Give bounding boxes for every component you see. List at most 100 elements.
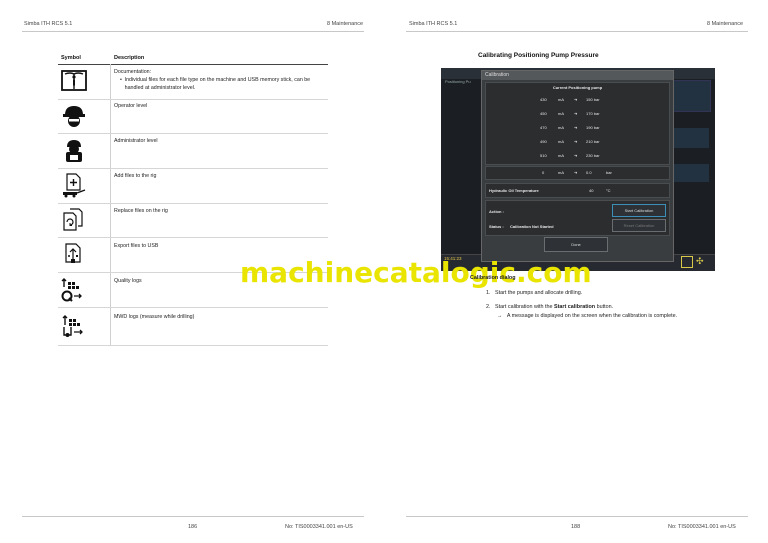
status-value: Calibration Not Started xyxy=(510,224,554,229)
watermark: machinecatalogic.com xyxy=(240,256,592,289)
start-calibration-button[interactable]: Start Calibration xyxy=(612,204,666,217)
arrow-right-icon: ➔ xyxy=(574,97,578,102)
table-header-symbol: Symbol xyxy=(61,55,81,61)
calibration-ma-unit: mA xyxy=(558,153,564,158)
table-row-divider xyxy=(58,307,328,308)
table-row-divider xyxy=(58,203,328,204)
row-bullet-text: Individual files for each file type on t… xyxy=(124,77,311,91)
export-usb-icon xyxy=(61,242,87,268)
calibration-bar-value: 190 bar xyxy=(586,125,600,130)
table-row-divider xyxy=(58,237,328,238)
panel-title: Current Positioning pump xyxy=(552,85,603,90)
arrow-right-icon: ➔ xyxy=(574,153,578,158)
section-title: Calibrating Positioning Pump Pressure xyxy=(478,52,599,59)
table-header-description: Description xyxy=(114,55,145,61)
calibration-bar-value: 150 bar xyxy=(586,97,600,102)
reset-calibration-button[interactable]: Reset Calibration xyxy=(612,219,666,232)
table-row-operator: Operator level xyxy=(114,103,148,109)
calibration-ma-value: 510 xyxy=(540,153,547,158)
step-2-result: → A message is displayed on the screen w… xyxy=(497,313,677,319)
current-bar-unit: bar xyxy=(606,170,612,175)
calibration-ma-value: 430 xyxy=(540,97,547,102)
right-tool-panel-2 xyxy=(673,128,709,148)
action-label: Action : xyxy=(489,209,504,214)
grid-icon[interactable] xyxy=(681,256,693,268)
step-2-num: 2. xyxy=(486,304,491,310)
table-row-export-usb: Export files to USB xyxy=(114,243,159,249)
table-header-rule xyxy=(58,64,328,65)
replace-files-rig-icon xyxy=(61,207,87,233)
header-section-left: 8 Maintenance xyxy=(327,21,364,27)
documentation-book-icon xyxy=(61,68,87,94)
bg-label-positioning: Positioning Pu xyxy=(445,79,471,84)
table-row-divider xyxy=(58,99,328,100)
calibration-ma-value: 450 xyxy=(540,111,547,116)
step-2-text-pre: Start calibration with the xyxy=(495,304,555,310)
row-title: Documentation: xyxy=(114,69,152,75)
table-row-replace-files: Replace files on the rig xyxy=(114,208,168,214)
footer-page-right: 188 xyxy=(571,524,581,530)
calibration-ma-unit: mA xyxy=(558,97,564,102)
header-rule-right xyxy=(406,31,748,32)
status-label: Status : xyxy=(489,224,504,229)
positioning-pump-panel: Current Positioning pump 430 mA ➔ 150 bar 45… xyxy=(485,82,670,165)
current-ma: 0 xyxy=(542,170,545,175)
footer-rule-left xyxy=(22,516,364,517)
result-arrow-icon: → xyxy=(497,313,503,319)
step-1-text: Start the pumps and allocate drilling. xyxy=(495,290,583,296)
row-bullet: • Individual files for each file type on … xyxy=(114,76,324,92)
arrow-right-icon: ➔ xyxy=(574,139,578,144)
current-value-row: 0 mA ➔ 0.0 bar xyxy=(485,166,670,180)
administrator-icon xyxy=(61,137,87,163)
header-product-left: Simba ITH RCS 5.1 xyxy=(24,21,73,27)
step-1-num: 1. xyxy=(486,290,491,296)
table-column-divider xyxy=(110,64,111,345)
calibration-ma-unit: mA xyxy=(558,111,564,116)
calibration-bar-value: 230 bar xyxy=(586,153,600,158)
calibration-ma-value: 490 xyxy=(540,139,547,144)
calibration-bar-value: 210 bar xyxy=(586,139,600,144)
current-value: 0.0 xyxy=(586,170,592,175)
footer-doc-right: No: TIS0003341.001 en-US xyxy=(668,524,736,530)
intro-tail: Calibration dialog xyxy=(470,275,516,281)
right-tool-panel xyxy=(673,80,711,112)
table-row-mwd-logs: MWD logs (measure while drilling) xyxy=(114,314,195,320)
oil-temp-label: Hydraulic Oil Temperature xyxy=(489,188,539,193)
arrow-right-icon: ➔ xyxy=(574,170,578,175)
step-2-text-bold: Start calibration xyxy=(554,304,596,310)
right-tool-panel-3 xyxy=(673,164,709,182)
mwd-logs-icon xyxy=(61,313,87,339)
calibration-ma-unit: mA xyxy=(558,139,564,144)
arrow-right-icon: ➔ xyxy=(574,125,578,130)
calibration-ma-value: 470 xyxy=(540,125,547,130)
result-text: A message is displayed on the screen whe… xyxy=(506,313,678,319)
step-2: 2. Start calibration with the Start cali… xyxy=(486,304,613,310)
operator-helmet-icon xyxy=(61,103,87,129)
table-row-divider xyxy=(58,133,328,134)
table-row-quality-logs: Quality logs xyxy=(114,278,142,284)
header-section-right: 8 Maintenance xyxy=(707,21,744,27)
step-1: 1. Start the pumps and allocate drilling… xyxy=(486,290,582,296)
table-bottom-rule xyxy=(58,345,328,346)
header-rule-left xyxy=(22,31,364,32)
arrow-right-icon: ➔ xyxy=(574,111,578,116)
dialog-title: Calibration xyxy=(482,71,673,80)
oil-temperature-row: Hydraulic Oil Temperature 40 °C xyxy=(485,183,670,198)
done-button[interactable]: Done xyxy=(544,237,608,252)
step-2-text-post: button. xyxy=(595,304,614,310)
oil-temp-value: 40 xyxy=(589,188,594,193)
footer-doc-left: No: TIS0003341.001 en-US xyxy=(285,524,353,530)
oil-temp-unit: °C xyxy=(606,188,611,193)
header-product-right: Simba ITH RCS 5.1 xyxy=(409,21,458,27)
calibration-bar-value: 170 bar xyxy=(586,111,600,116)
calibration-dialog: Calibration Current Positioning pump 430… xyxy=(481,70,674,262)
calibration-ma-unit: mA xyxy=(558,125,564,130)
table-row-administrator: Administrator level xyxy=(114,138,158,144)
add-files-rig-icon xyxy=(61,172,87,198)
table-row-add-files: Add files to the rig xyxy=(114,173,157,179)
footer-rule-right xyxy=(406,516,748,517)
quality-logs-icon xyxy=(61,277,87,303)
move-icon[interactable]: ✣ xyxy=(696,256,706,266)
current-ma-unit: mA xyxy=(558,170,564,175)
table-row-divider xyxy=(58,168,328,169)
